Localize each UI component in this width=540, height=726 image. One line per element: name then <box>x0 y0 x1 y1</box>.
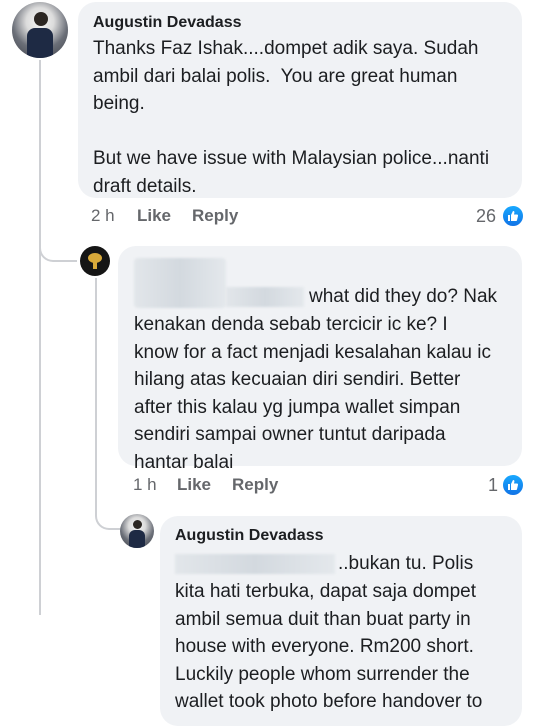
comment-author[interactable]: Augustin Devadass <box>175 527 323 545</box>
thread-connector <box>39 236 77 262</box>
reply-button[interactable]: Reply <box>192 206 238 226</box>
comment-text: ..bukan tu. Polis <box>338 553 474 574</box>
like-button[interactable]: Like <box>137 206 171 226</box>
thumbs-up-icon[interactable] <box>501 473 525 497</box>
comment-text: Thanks Faz Ishak....dompet adik saya. Su… <box>93 38 490 197</box>
redacted-name <box>134 258 226 308</box>
redacted-name <box>226 287 304 307</box>
comment-text: what did they do? Nak <box>309 286 498 307</box>
comment-author[interactable]: Augustin Devadass <box>93 14 241 32</box>
reaction-count[interactable]: 1 <box>488 475 498 496</box>
avatar[interactable] <box>80 246 110 276</box>
comment-text: kita hati terbuka, dapat saja dompet amb… <box>175 581 483 712</box>
redacted-name <box>175 554 335 574</box>
like-button[interactable]: Like <box>177 475 211 495</box>
reply-button[interactable]: Reply <box>232 475 278 495</box>
comment-timestamp[interactable]: 2 h <box>91 206 115 225</box>
thumbs-up-icon[interactable] <box>501 204 525 228</box>
comment-timestamp[interactable]: 1 h <box>133 475 157 495</box>
avatar[interactable] <box>12 2 68 58</box>
thread-connector <box>95 488 121 530</box>
thread-line <box>39 60 41 615</box>
comment-actions: 2 h <box>91 206 115 226</box>
avatar[interactable] <box>120 514 154 548</box>
thread-line <box>95 278 97 488</box>
reaction-count[interactable]: 26 <box>476 206 496 227</box>
comment-text: kenakan denda sebab tercicir ic ke? I kn… <box>134 314 491 473</box>
